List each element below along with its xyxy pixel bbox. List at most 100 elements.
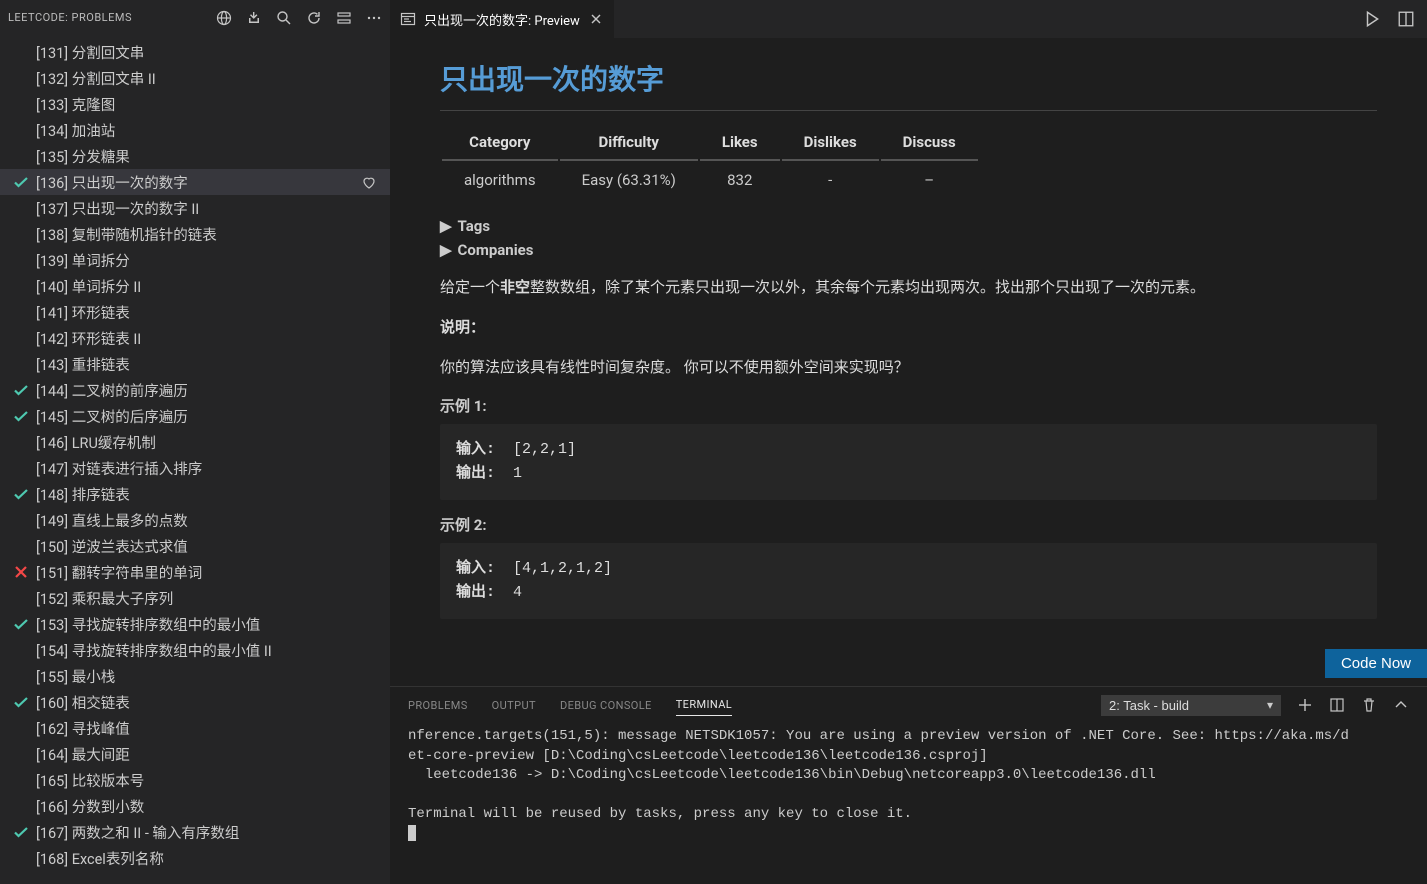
panel-tab-output[interactable]: Output (492, 695, 536, 716)
problem-item-139[interactable]: [139] 单词拆分 (0, 247, 390, 273)
problem-preview: 只出现一次的数字 Category Difficulty Likes Disli… (390, 38, 1427, 686)
problem-item-label: [134] 加油站 (32, 120, 358, 141)
collapse-icon[interactable] (336, 10, 352, 26)
problem-item-label: [138] 复制带随机指针的链表 (32, 224, 358, 245)
th-discuss[interactable]: Discuss (881, 125, 978, 161)
problem-item-147[interactable]: [147] 对链表进行插入排序 (0, 455, 390, 481)
refresh-icon[interactable] (306, 10, 322, 26)
split-panel-icon[interactable] (1329, 697, 1345, 713)
problem-item-label: [168] Excel表列名称 (32, 848, 358, 869)
problem-item-label: [165] 比较版本号 (32, 770, 358, 791)
signin-icon[interactable] (246, 10, 262, 26)
problem-item-143[interactable]: [143] 重排链表 (0, 351, 390, 377)
split-icon[interactable] (1397, 10, 1415, 28)
problem-item-label: [154] 寻找旋转排序数组中的最小值 II (32, 640, 358, 661)
problem-item-164[interactable]: [164] 最大间距 (0, 741, 390, 767)
check-icon (10, 174, 32, 190)
td-category: algorithms (442, 163, 558, 197)
problem-item-155[interactable]: [155] 最小栈 (0, 663, 390, 689)
problem-item-135[interactable]: [135] 分发糖果 (0, 143, 390, 169)
editor-area: 只出现一次的数字: Preview 只出现一次的数字 Category Diff… (390, 0, 1427, 884)
problem-list[interactable]: [131] 分割回文串 [132] 分割回文串 II [133] 克隆图 [134] … (0, 35, 390, 884)
problem-item-149[interactable]: [149] 直线上最多的点数 (0, 507, 390, 533)
problem-item-152[interactable]: [152] 乘积最大子序列 (0, 585, 390, 611)
problem-item-label: [162] 寻找峰值 (32, 718, 358, 739)
sidebar-header: LeetCode: Problems (0, 0, 390, 35)
problem-item-167[interactable]: [167] 两数之和 II - 输入有序数组 (0, 819, 390, 845)
panel-tab-debug[interactable]: Debug Console (560, 695, 652, 716)
problem-item-label: [137] 只出现一次的数字 II (32, 198, 358, 219)
terminal-selector[interactable]: 2: Task - build (1101, 695, 1281, 716)
note-label: 说明： (440, 315, 1377, 339)
problem-item-160[interactable]: [160] 相交链表 (0, 689, 390, 715)
tags-disclosure[interactable]: ▶Tags (440, 217, 1377, 235)
more-icon[interactable] (366, 10, 382, 26)
problem-item-136[interactable]: [136] 只出现一次的数字 (0, 169, 390, 195)
problem-item-153[interactable]: [153] 寻找旋转排序数组中的最小值 (0, 611, 390, 637)
check-icon (10, 408, 32, 424)
problem-item-166[interactable]: [166] 分数到小数 (0, 793, 390, 819)
run-icon[interactable] (1363, 10, 1381, 28)
panel-tabs: Problems Output Debug Console Terminal 2… (390, 687, 1427, 723)
problem-item-label: [132] 分割回文串 II (32, 68, 358, 89)
problem-item-154[interactable]: [154] 寻找旋转排序数组中的最小值 II (0, 637, 390, 663)
problem-item-label: [151] 翻转字符串里的单词 (32, 562, 358, 583)
problem-title: 只出现一次的数字 (440, 58, 1377, 111)
panel-tab-problems[interactable]: Problems (408, 695, 468, 716)
problem-description: 给定一个非空整数数组，除了某个元素只出现一次以外，其余每个元素均出现两次。找出那… (440, 275, 1377, 299)
th-category: Category (442, 125, 558, 161)
globe-icon[interactable] (216, 10, 232, 26)
check-icon (10, 824, 32, 840)
chevron-up-icon[interactable] (1393, 697, 1409, 713)
companies-disclosure[interactable]: ▶Companies (440, 241, 1377, 259)
problem-item-151[interactable]: [151] 翻转字符串里的单词 (0, 559, 390, 585)
problem-item-label: [143] 重排链表 (32, 354, 358, 375)
tab-preview[interactable]: 只出现一次的数字: Preview (390, 0, 615, 38)
terminal-output[interactable]: nference.targets(151,5): message NETSDK1… (390, 723, 1427, 884)
problem-item-label: [160] 相交链表 (32, 692, 358, 713)
problem-item-label: [133] 克隆图 (32, 94, 358, 115)
example-2-label: 示例 2: (440, 514, 1377, 535)
problem-item-132[interactable]: [132] 分割回文串 II (0, 65, 390, 91)
problem-item-label: [166] 分数到小数 (32, 796, 358, 817)
problem-item-165[interactable]: [165] 比较版本号 (0, 767, 390, 793)
problems-sidebar: LeetCode: Problems [131] 分割回文串 [132] 分割回文… (0, 0, 390, 884)
th-likes: Likes (700, 125, 780, 161)
problem-item-140[interactable]: [140] 单词拆分 II (0, 273, 390, 299)
problem-item-142[interactable]: [142] 环形链表 II (0, 325, 390, 351)
problem-item-label: [145] 二叉树的后序遍历 (32, 406, 358, 427)
search-icon[interactable] (276, 10, 292, 26)
problem-item-label: [131] 分割回文串 (32, 42, 358, 63)
problem-item-162[interactable]: [162] 寻找峰值 (0, 715, 390, 741)
td-discuss: – (881, 163, 978, 197)
problem-item-label: [147] 对链表进行插入排序 (32, 458, 358, 479)
problem-item-label: [155] 最小栈 (32, 666, 358, 687)
check-icon (10, 486, 32, 502)
cross-icon (10, 564, 32, 580)
td-dislikes: - (782, 163, 879, 197)
problem-item-150[interactable]: [150] 逆波兰表达式求值 (0, 533, 390, 559)
problem-item-137[interactable]: [137] 只出现一次的数字 II (0, 195, 390, 221)
problem-item-label: [167] 两数之和 II - 输入有序数组 (32, 822, 358, 843)
problem-item-138[interactable]: [138] 复制带随机指针的链表 (0, 221, 390, 247)
problem-item-label: [153] 寻找旋转排序数组中的最小值 (32, 614, 358, 635)
th-dislikes: Dislikes (782, 125, 879, 161)
code-now-button[interactable]: Code Now (1325, 649, 1427, 678)
problem-item-168[interactable]: [168] Excel表列名称 (0, 845, 390, 871)
plus-icon[interactable] (1297, 697, 1313, 713)
trash-icon[interactable] (1361, 697, 1377, 713)
problem-item-145[interactable]: [145] 二叉树的后序遍历 (0, 403, 390, 429)
terminal-selector-wrap[interactable]: 2: Task - build (1101, 695, 1281, 716)
problem-item-133[interactable]: [133] 克隆图 (0, 91, 390, 117)
problem-item-141[interactable]: [141] 环形链表 (0, 299, 390, 325)
td-difficulty: Easy (63.31%) (560, 163, 698, 197)
close-icon[interactable] (588, 11, 604, 27)
sidebar-title: LeetCode: Problems (8, 11, 216, 24)
problem-item-134[interactable]: [134] 加油站 (0, 117, 390, 143)
problem-item-131[interactable]: [131] 分割回文串 (0, 39, 390, 65)
problem-item-label: [142] 环形链表 II (32, 328, 358, 349)
problem-item-148[interactable]: [148] 排序链表 (0, 481, 390, 507)
panel-tab-terminal[interactable]: Terminal (676, 694, 732, 716)
problem-item-146[interactable]: [146] LRU缓存机制 (0, 429, 390, 455)
problem-item-144[interactable]: [144] 二叉树的前序遍历 (0, 377, 390, 403)
